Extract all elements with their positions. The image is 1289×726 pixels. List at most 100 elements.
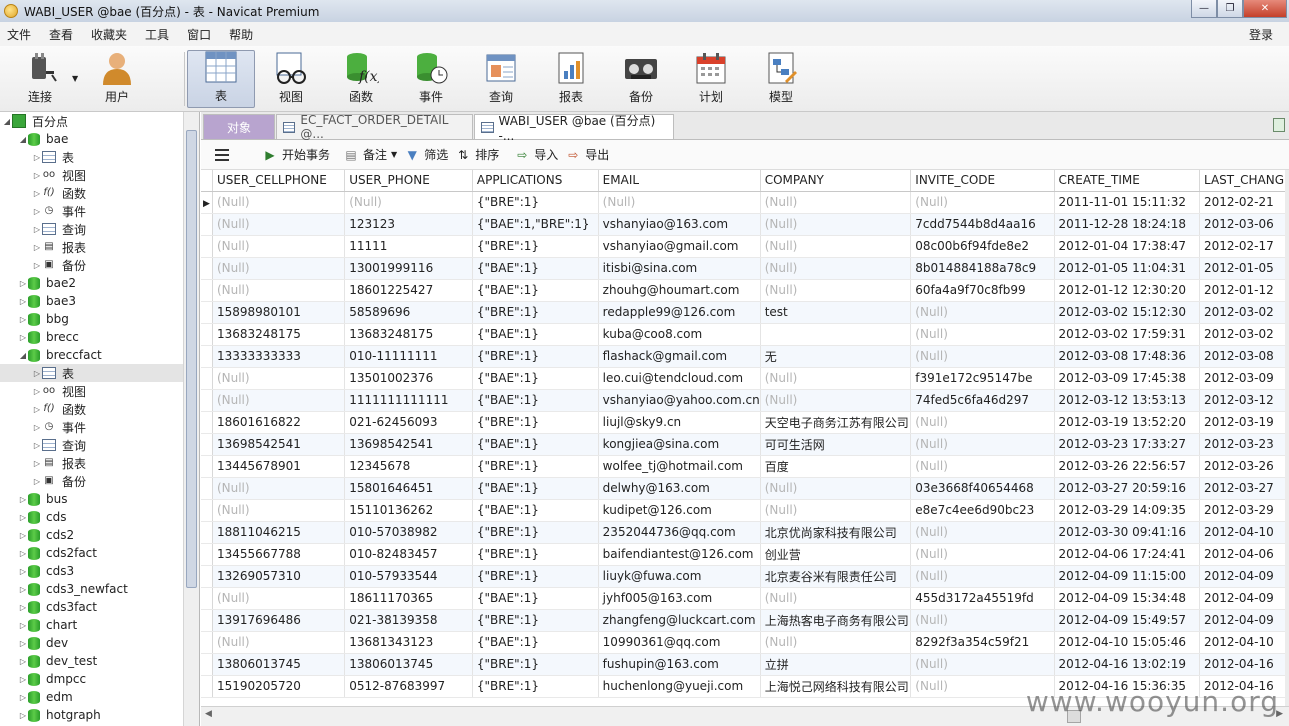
row-marker[interactable] (201, 389, 213, 412)
table-cell[interactable]: (Null) (760, 257, 912, 280)
table-cell[interactable]: 13683248175 (212, 323, 346, 346)
tree-db-bae[interactable]: ◢ bae (0, 130, 199, 148)
table-cell[interactable]: 021-38139358 (344, 609, 473, 632)
tree-db[interactable]: ▷ dmpcc (0, 670, 199, 688)
table-cell[interactable]: 18601225427 (344, 279, 473, 302)
table-cell[interactable]: zhouhg@houmart.com (598, 279, 761, 302)
expand-arrow-icon[interactable]: ▷ (32, 387, 42, 396)
column-header[interactable]: COMPANY (760, 170, 912, 192)
menu-view[interactable]: 查看 (42, 26, 84, 43)
expand-arrow-icon[interactable]: ▷ (18, 315, 28, 324)
table-cell[interactable] (760, 323, 912, 346)
expand-arrow-icon[interactable]: ▷ (18, 531, 28, 540)
maximize-button[interactable]: ❐ (1217, 0, 1243, 18)
user-button[interactable]: 用户 (83, 50, 151, 108)
table-cell[interactable]: (Null) (760, 279, 912, 302)
row-marker[interactable] (201, 367, 213, 390)
table-cell[interactable]: 455d3172a45519fd (910, 587, 1055, 610)
table-cell[interactable]: 2012-03-19 (1199, 411, 1289, 434)
table-cell[interactable]: 010-57933544 (344, 565, 473, 588)
table-cell[interactable]: {"BAE":1} (472, 367, 599, 390)
table-cell[interactable]: (Null) (760, 213, 912, 236)
table-cell[interactable]: 15898980101 (212, 301, 346, 324)
grid-vertical-scrollbar[interactable] (1285, 170, 1289, 706)
table-cell[interactable]: (Null) (760, 499, 912, 522)
table-row[interactable]: (Null) 13501002376 {"BAE":1} leo.cui@tendcl… (201, 367, 1289, 390)
row-marker[interactable] (201, 213, 213, 236)
tree-item-events[interactable]: ▷ ◷ 事件 (0, 418, 199, 436)
table-cell[interactable]: 18601616822 (212, 411, 346, 434)
expand-arrow-icon[interactable]: ▷ (32, 405, 42, 414)
table-cell[interactable]: itisbi@sina.com (598, 257, 761, 280)
table-cell[interactable]: {"BRE":1} (472, 565, 599, 588)
table-cell[interactable]: (Null) (910, 521, 1055, 544)
tree-db[interactable]: ▷ cds2 (0, 526, 199, 544)
tree-db[interactable]: ▷ cds3 (0, 562, 199, 580)
column-header[interactable]: USER_PHONE (344, 170, 473, 192)
expand-arrow-icon[interactable]: ▷ (18, 585, 28, 594)
table-cell[interactable]: 13698542541 (344, 433, 473, 456)
login-link[interactable]: 登录 (1249, 26, 1273, 43)
menu-window[interactable]: 窗口 (180, 26, 222, 43)
table-cell[interactable]: (Null) (910, 323, 1055, 346)
table-cell[interactable]: (Null) (910, 411, 1055, 434)
row-marker[interactable] (201, 631, 213, 654)
tab-side-icon[interactable] (1273, 118, 1285, 132)
tree-item-functions[interactable]: ▷ f() 函数 (0, 184, 199, 202)
expand-arrow-icon[interactable]: ▷ (32, 243, 42, 252)
expand-arrow-icon[interactable]: ▷ (18, 513, 28, 522)
table-cell[interactable]: 123123 (344, 213, 473, 236)
expand-arrow-icon[interactable]: ▷ (32, 207, 42, 216)
table-cell[interactable]: (Null) (760, 587, 912, 610)
tree-item-queries[interactable]: ▷ 查询 (0, 436, 199, 454)
table-row[interactable]: ▶ (Null) (Null) {"BRE":1} (Null) (Null) (Null)… (201, 191, 1289, 214)
expand-arrow-icon[interactable]: ▷ (18, 279, 28, 288)
table-cell[interactable]: 7cdd7544b8d4aa16 (910, 213, 1055, 236)
table-cell[interactable]: (Null) (760, 477, 912, 500)
table-cell[interactable]: 13501002376 (344, 367, 473, 390)
table-cell[interactable]: 2012-02-21 (1199, 191, 1289, 214)
table-cell[interactable]: (Null) (760, 389, 912, 412)
table-cell[interactable]: 58589696 (344, 301, 473, 324)
table-cell[interactable]: 2012-04-09 (1199, 565, 1289, 588)
tree-item-reports[interactable]: ▷ ▤ 报表 (0, 454, 199, 472)
table-cell[interactable]: jyhf005@163.com (598, 587, 761, 610)
table-cell[interactable]: (Null) (212, 235, 346, 258)
table-cell[interactable]: 13445678901 (212, 455, 346, 478)
table-row[interactable]: 15898980101 58589696 {"BRE":1} redapple99@1… (201, 301, 1289, 324)
table-cell[interactable]: {"BRE":1} (472, 235, 599, 258)
table-cell[interactable]: 2012-01-12 (1199, 279, 1289, 302)
tree-db[interactable]: ▷ cds (0, 508, 199, 526)
tree-db[interactable]: ▷ bbg (0, 310, 199, 328)
row-marker[interactable] (201, 279, 213, 302)
tree-item-queries[interactable]: ▷ 查询 (0, 220, 199, 238)
row-marker[interactable] (201, 543, 213, 566)
table-cell[interactable]: (Null) (212, 389, 346, 412)
function-button[interactable]: f(x) 函数 (327, 50, 395, 108)
table-cell[interactable]: 2012-03-29 (1199, 499, 1289, 522)
table-cell[interactable]: (Null) (760, 235, 912, 258)
table-cell[interactable]: (Null) (344, 191, 473, 214)
table-cell[interactable]: (Null) (212, 477, 346, 500)
table-cell[interactable]: 2352044736@qq.com (598, 521, 761, 544)
table-cell[interactable]: 18811046215 (212, 521, 346, 544)
query-button[interactable]: 查询 (467, 50, 535, 108)
table-row[interactable]: 13269057310 010-57933544 {"BRE":1} liuyk@fu… (201, 565, 1289, 588)
expand-arrow-icon[interactable]: ▷ (18, 711, 28, 720)
table-cell[interactable]: 2012-03-29 14:09:35 (1054, 499, 1201, 522)
table-cell[interactable]: 2012-03-02 15:12:30 (1054, 301, 1201, 324)
table-cell[interactable]: 北京麦谷米有限责任公司 (760, 565, 912, 588)
row-marker[interactable] (201, 257, 213, 280)
table-cell[interactable]: 13001999116 (344, 257, 473, 280)
table-cell[interactable]: {"BAE":1} (472, 587, 599, 610)
backup-button[interactable]: 备份 (607, 50, 675, 108)
table-cell[interactable]: 2012-04-10 15:05:46 (1054, 631, 1201, 654)
row-marker[interactable] (201, 675, 213, 698)
table-cell[interactable]: e8e7c4ee6d90bc23 (910, 499, 1055, 522)
table-cell[interactable]: 18611170365 (344, 587, 473, 610)
scroll-left-icon[interactable]: ◀ (205, 709, 212, 719)
table-cell[interactable]: {"BRE":1} (472, 455, 599, 478)
table-row[interactable]: (Null) 123123 {"BAE":1,"BRE":1} vshanyiao@1… (201, 213, 1289, 236)
expand-arrow-icon[interactable]: ▷ (18, 621, 28, 630)
table-cell[interactable]: liujl@sky9.cn (598, 411, 761, 434)
